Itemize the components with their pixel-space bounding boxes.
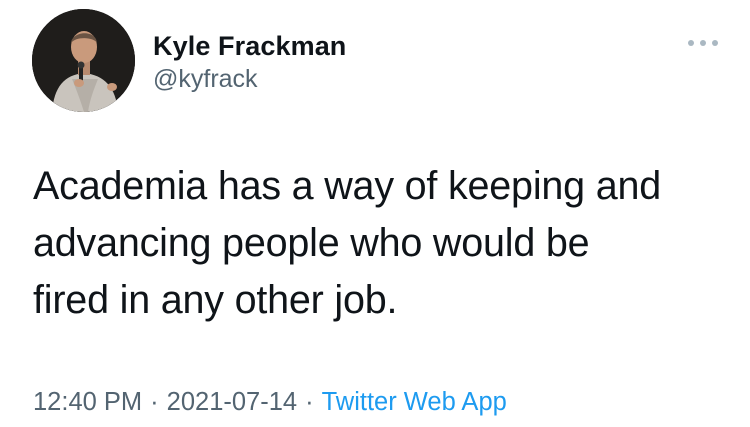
- tweet-text-line: fired in any other job.: [33, 278, 398, 322]
- tweet-meta: 12:40 PM · 2021-07-14 · Twitter Web App: [33, 386, 507, 418]
- avatar-photo: [32, 9, 135, 112]
- tweet-date[interactable]: 2021-07-14: [167, 388, 297, 416]
- tweet-card: Kyle Frackman @kyfrack Academia has a wa…: [0, 0, 750, 427]
- tweet-time[interactable]: 12:40 PM: [33, 388, 142, 416]
- tweet-source-link[interactable]: Twitter Web App: [322, 388, 507, 416]
- tweet-text: Academia has a way of keeping and advanc…: [33, 158, 733, 329]
- more-horizontal-icon[interactable]: [688, 36, 718, 50]
- more-dot: [712, 40, 718, 46]
- tweet-text-line: Academia has a way of keeping and: [33, 164, 662, 208]
- author-display-name[interactable]: Kyle Frackman: [153, 30, 346, 62]
- tweet-text-line: advancing people who would be: [33, 221, 590, 265]
- more-dot: [700, 40, 706, 46]
- author-handle[interactable]: @kyfrack: [153, 64, 258, 94]
- meta-separator: ·: [305, 388, 314, 416]
- meta-separator: ·: [150, 388, 159, 416]
- more-dot: [688, 40, 694, 46]
- avatar[interactable]: [32, 9, 135, 112]
